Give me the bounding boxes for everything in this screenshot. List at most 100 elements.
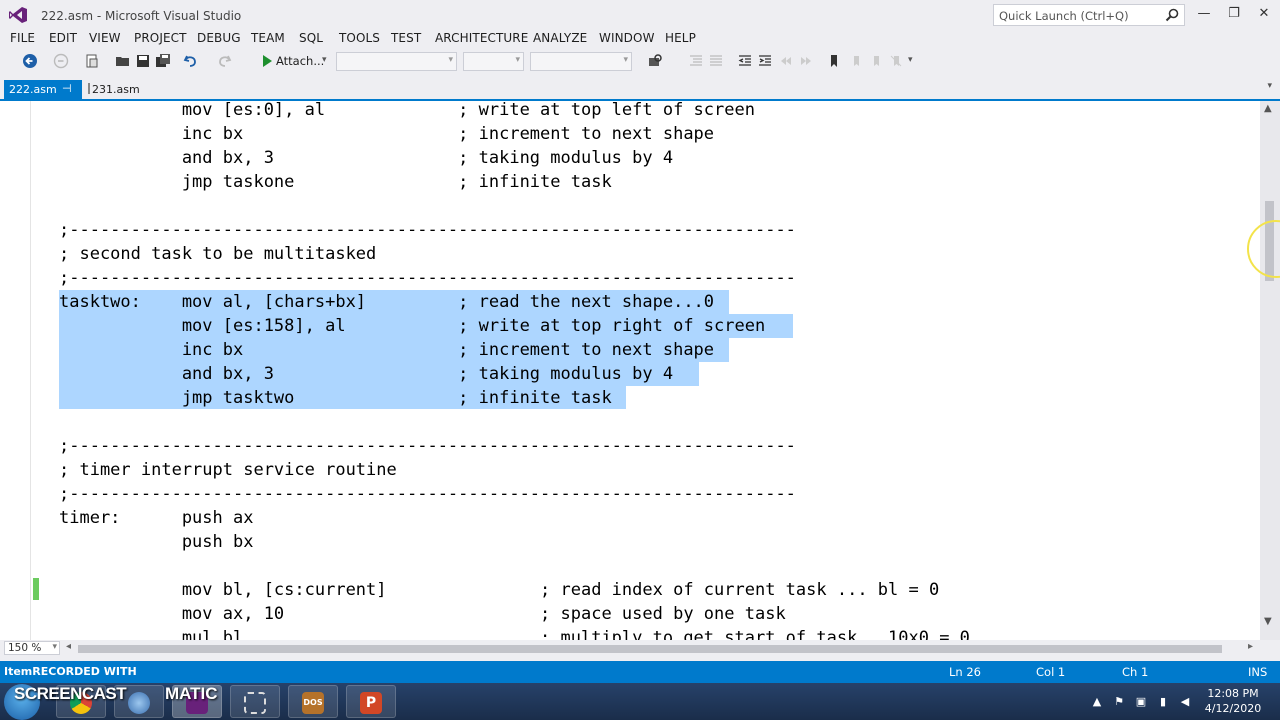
- menu-window[interactable]: WINDOW: [599, 31, 655, 45]
- attach-button[interactable]: Attach...: [276, 54, 324, 68]
- devices-icon[interactable]: ▣: [1134, 695, 1148, 709]
- scroll-down-icon[interactable]: ▼: [1264, 616, 1272, 627]
- code-line: jmp tasktwo ; infinite task: [59, 388, 612, 408]
- toolbar-overflow-icon[interactable]: ▾: [908, 55, 913, 65]
- zoom-level-combo[interactable]: 150 % ▾: [4, 641, 60, 655]
- status-insert-mode: INS: [1248, 665, 1268, 679]
- minimize-button[interactable]: —: [1196, 6, 1212, 22]
- new-project-icon[interactable]: [84, 53, 100, 69]
- document-tab-row: 222.asm ⊣ 231.asm ▾: [0, 79, 1280, 100]
- code-line: mov bl, [cs:current] ; read index of cur…: [59, 580, 940, 600]
- solution-configuration-combo[interactable]: [336, 52, 457, 71]
- tab-list-dropdown-icon[interactable]: ▾: [1267, 81, 1272, 91]
- clock-time: 12:08 PM: [1207, 687, 1259, 700]
- decrease-indent-icon[interactable]: [737, 53, 753, 69]
- next-bookmark-icon[interactable]: [868, 53, 884, 69]
- status-column-number: Col 1: [1036, 665, 1066, 679]
- redo-icon[interactable]: [216, 53, 232, 69]
- menu-test[interactable]: TEST: [391, 31, 421, 45]
- save-icon[interactable]: [135, 53, 151, 69]
- pin-icon[interactable]: ⊣: [62, 82, 72, 95]
- code-line: ;---------------------------------------…: [59, 220, 796, 240]
- uncomment-lines-icon[interactable]: [708, 53, 724, 69]
- find-in-files-icon[interactable]: [647, 53, 663, 69]
- menu-team[interactable]: TEAM: [251, 31, 285, 45]
- taskbar-powerpoint[interactable]: P: [346, 685, 396, 718]
- tab-231-asm[interactable]: 231.asm: [88, 83, 140, 96]
- code-line: ;---------------------------------------…: [59, 268, 796, 288]
- system-clock[interactable]: 12:08 PM 4/12/2020: [1200, 686, 1266, 716]
- save-all-icon[interactable]: [155, 53, 171, 69]
- close-button[interactable]: ✕: [1256, 6, 1272, 22]
- code-line: and bx, 3 ; taking modulus by 4: [59, 364, 674, 384]
- snipping-tool-icon: [244, 692, 266, 714]
- comment-lines-icon[interactable]: [688, 53, 704, 69]
- tab-label: 231.asm: [92, 83, 140, 96]
- horizontal-scroll-thumb[interactable]: [78, 645, 1222, 653]
- window-title: 222.asm - Microsoft Visual Studio: [41, 9, 242, 23]
- screencast-watermark: SCREENCAST: [14, 684, 127, 703]
- menu-sql[interactable]: SQL: [299, 31, 323, 45]
- taskbar-snipping-tool[interactable]: [230, 685, 280, 718]
- quick-launch-placeholder: Quick Launch (Ctrl+Q): [999, 9, 1129, 23]
- menu-bar: FILE EDIT VIEW PROJECT DEBUG TEAM SQL TO…: [0, 30, 1280, 48]
- menu-architecture[interactable]: ARCHITECTURE: [435, 31, 528, 45]
- zoom-dropdown-icon[interactable]: ▾: [52, 642, 57, 652]
- forward-arrow-icon[interactable]: [53, 53, 69, 69]
- tab-label: 222.asm: [9, 83, 57, 96]
- vertical-scrollbar[interactable]: ▲ ▼: [1260, 101, 1280, 640]
- scroll-left-icon[interactable]: ◂: [66, 641, 71, 652]
- quick-launch-input[interactable]: Quick Launch (Ctrl+Q): [993, 4, 1185, 26]
- back-arrow-icon[interactable]: [22, 53, 38, 69]
- show-hidden-icons-icon[interactable]: ▲: [1090, 695, 1104, 709]
- title-bar: 222.asm - Microsoft Visual Studio Quick …: [0, 0, 1280, 30]
- horizontal-scrollbar[interactable]: 150 % ▾ ◂ ▸: [0, 640, 1280, 656]
- menu-analyze[interactable]: ANALYZE: [533, 31, 587, 45]
- bookmark-icon[interactable]: [826, 53, 842, 69]
- menu-view[interactable]: VIEW: [89, 31, 121, 45]
- menu-debug[interactable]: DEBUG: [197, 31, 241, 45]
- navigate-forward-icon[interactable]: [798, 53, 814, 69]
- solution-platform-combo[interactable]: [463, 52, 524, 71]
- code-line: push bx: [59, 532, 254, 552]
- previous-bookmark-icon[interactable]: [848, 53, 864, 69]
- code-line: ; timer interrupt service routine: [59, 460, 397, 480]
- menu-tools[interactable]: TOOLS: [339, 31, 380, 45]
- code-line: ;---------------------------------------…: [59, 436, 796, 456]
- start-debugging-icon[interactable]: [259, 53, 275, 69]
- editor-margin-line: [30, 101, 31, 640]
- attach-dropdown-icon[interactable]: ▾: [322, 55, 327, 65]
- status-char-number: Ch 1: [1122, 665, 1149, 679]
- startup-project-combo[interactable]: [530, 52, 632, 71]
- screencast-watermark-suffix: MATIC: [165, 684, 218, 703]
- volume-icon[interactable]: ◀: [1178, 695, 1192, 709]
- scroll-right-icon[interactable]: ▸: [1248, 641, 1253, 652]
- code-line: jmp taskone ; infinite task: [59, 172, 612, 192]
- code-line: mov [es:0], al ; write at top left of sc…: [59, 101, 755, 120]
- code-line: ; second task to be multitasked: [59, 244, 377, 264]
- clear-bookmarks-icon[interactable]: [888, 53, 904, 69]
- code-line: mul bl ; multiply to get start of task 1…: [59, 628, 970, 640]
- scroll-up-icon[interactable]: ▲: [1264, 103, 1272, 114]
- search-icon[interactable]: [1164, 7, 1180, 23]
- increase-indent-icon[interactable]: [757, 53, 773, 69]
- menu-project[interactable]: PROJECT: [134, 31, 187, 45]
- status-bar: ItemRECORDED WITH Ln 26 Col 1 Ch 1 INS: [0, 661, 1280, 683]
- menu-edit[interactable]: EDIT: [49, 31, 77, 45]
- code-line: inc bx ; increment to next shape: [59, 124, 715, 144]
- code-editor[interactable]: mov [es:0], al ; write at top left of sc…: [0, 101, 1260, 640]
- restore-button[interactable]: ❐: [1226, 6, 1242, 22]
- dosbox-icon: DOS: [302, 692, 324, 714]
- screencast-icon: [128, 692, 150, 714]
- menu-help[interactable]: HELP: [665, 31, 696, 45]
- undo-icon[interactable]: [183, 53, 199, 69]
- menu-file[interactable]: FILE: [10, 31, 35, 45]
- clock-date: 4/12/2020: [1204, 702, 1262, 715]
- navigate-backward-icon[interactable]: [778, 53, 794, 69]
- network-icon[interactable]: ▮: [1156, 695, 1170, 709]
- action-center-flag-icon[interactable]: ⚑: [1112, 695, 1126, 709]
- tab-222-asm[interactable]: 222.asm ⊣: [4, 80, 82, 99]
- taskbar-dosbox[interactable]: DOS: [288, 685, 338, 718]
- code-line: inc bx ; increment to next shape: [59, 340, 715, 360]
- open-file-icon[interactable]: [115, 53, 131, 69]
